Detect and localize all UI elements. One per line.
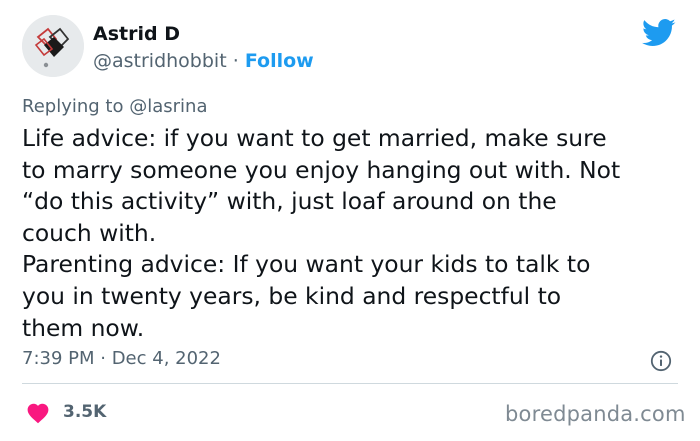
separator-dot: ·	[232, 50, 239, 72]
divider	[22, 383, 678, 384]
tweet-timestamp[interactable]: 7:39 PM · Dec 4, 2022	[22, 348, 221, 370]
replying-prefix: Replying to	[22, 96, 124, 117]
like-count[interactable]: 3.5K	[63, 401, 106, 423]
tweet-line: Life advice: if you want to get married,…	[22, 124, 607, 152]
replying-to-mention[interactable]: @lasrina	[129, 96, 207, 117]
tweet-line: Parenting advice: If you want your kids …	[22, 250, 591, 279]
info-icon[interactable]	[650, 350, 672, 372]
twitter-bird-icon[interactable]	[642, 18, 676, 48]
handle-row: @astridhobbit · Follow	[93, 50, 314, 72]
tweet-line: to marry someone you enjoy hanging out w…	[22, 155, 621, 184]
tweet-line: them now.	[22, 313, 145, 342]
tweet-line: “do this activity” with, just loaf aroun…	[22, 187, 557, 216]
watermark: boredpanda.com	[505, 402, 686, 426]
reply-context: Replying to @lasrina	[22, 96, 207, 118]
author-name[interactable]: Astrid D	[93, 23, 180, 45]
tweet-line: you in twenty years, be kind and respect…	[22, 281, 562, 310]
avatar-image	[22, 15, 84, 77]
author-handle[interactable]: @astridhobbit	[93, 50, 227, 72]
tweet-text: Life advice: if you want to get married,…	[22, 123, 692, 344]
tweet-line: couch with.	[22, 218, 157, 247]
avatar[interactable]	[22, 15, 84, 77]
follow-button[interactable]: Follow	[245, 50, 314, 72]
heart-icon[interactable]	[26, 402, 50, 424]
